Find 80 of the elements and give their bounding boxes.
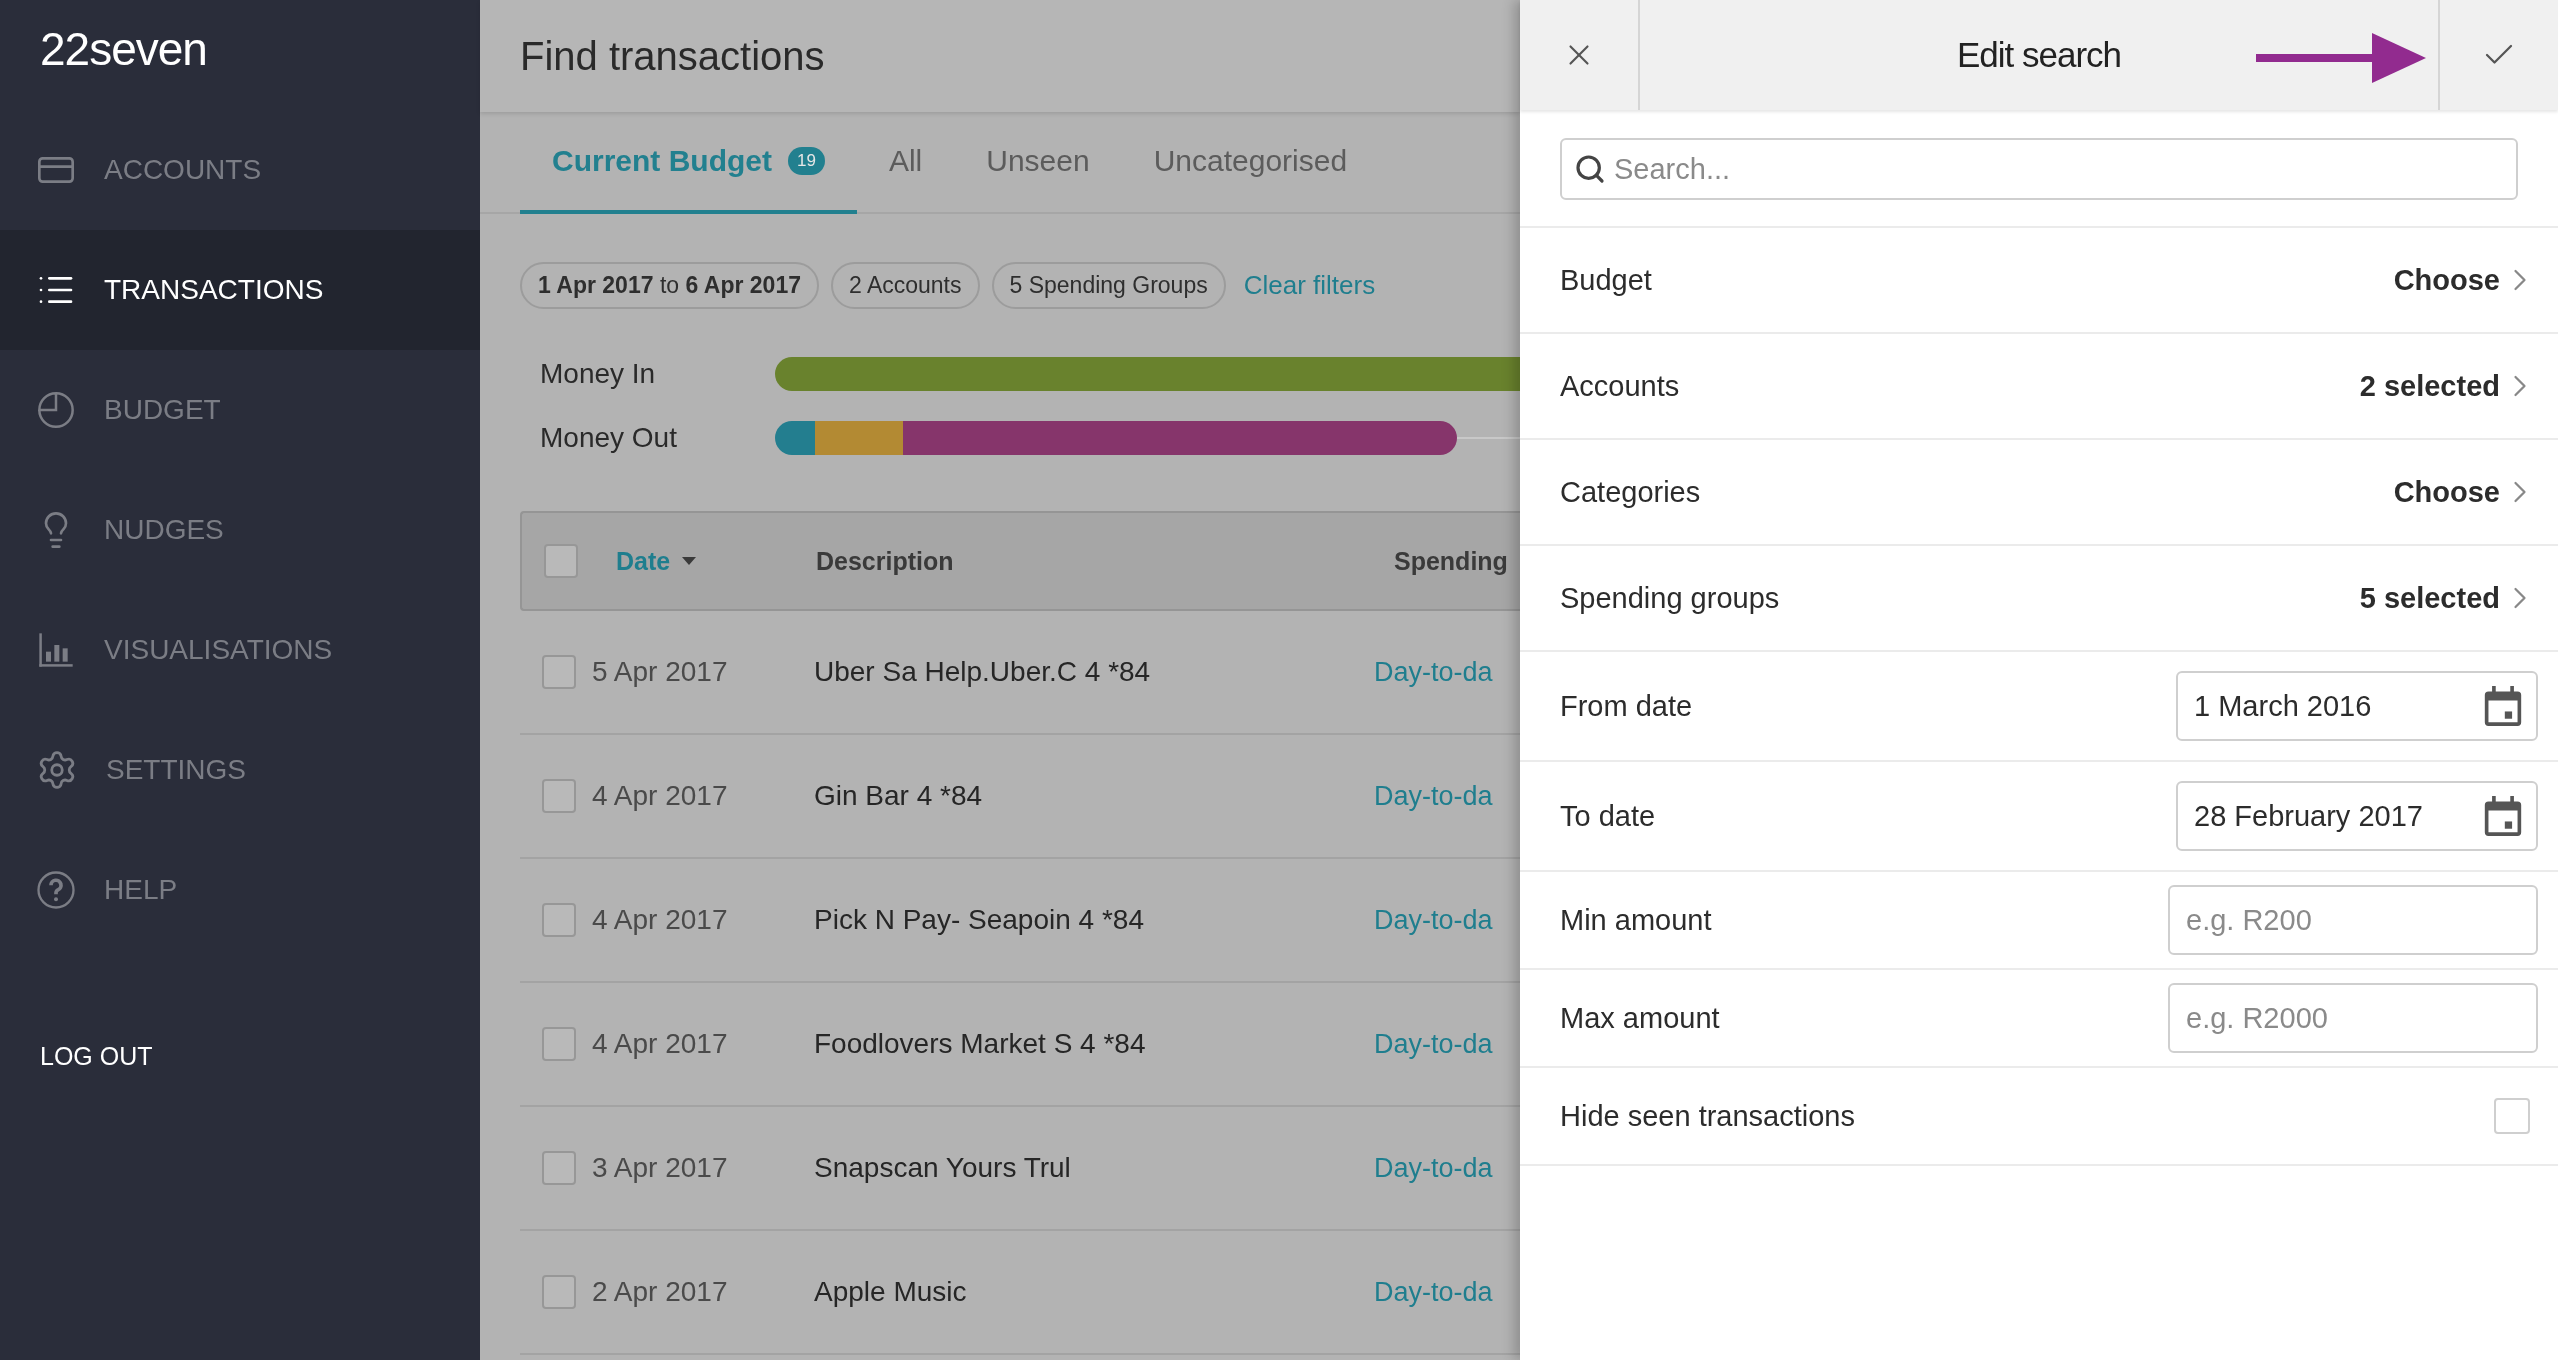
checkbox[interactable] — [2494, 1098, 2530, 1134]
logout-link[interactable]: LOG OUT — [0, 1042, 193, 1071]
nav-item[interactable]: SETTINGS — [0, 710, 480, 830]
spending-group-link[interactable]: Day-to-da — [1374, 904, 1493, 936]
bar-chart-icon — [36, 630, 76, 670]
row-checkbox[interactable] — [542, 1275, 576, 1309]
select-all-checkbox[interactable] — [544, 544, 578, 578]
search-field[interactable]: Search... — [1560, 138, 2518, 200]
field-label: Categories — [1560, 475, 1701, 509]
date-cell-text: 5 Apr 2017 — [592, 656, 729, 688]
tab-label: Current Budget — [552, 144, 772, 178]
tab-label: Unseen — [986, 144, 1090, 178]
tab[interactable]: Uncategorised — [1121, 112, 1380, 214]
date-cell-text: 4 Apr 2017 — [592, 904, 729, 936]
field-label: To date — [1560, 799, 1656, 833]
description-cell-text: Pick N Pay- Seapoin 4 *84 — [814, 904, 1145, 936]
date-field[interactable]: 1 March 2016 — [2176, 671, 2538, 741]
nav-item[interactable]: TRANSACTIONS — [0, 230, 480, 350]
description-cell-text: Gin Bar 4 *84 — [814, 780, 984, 812]
field-label: From date — [1560, 689, 1693, 723]
panel-title: Edit search — [1956, 35, 2122, 75]
flow-label: Money In — [540, 358, 657, 390]
calendar-icon — [2484, 796, 2522, 836]
nav-item[interactable]: HELP — [0, 830, 480, 950]
nav-item[interactable]: NUDGES — [0, 470, 480, 590]
date-cell-text: 4 Apr 2017 — [592, 780, 729, 812]
search-icon — [1574, 153, 1606, 185]
field-label: Hide seen transactions — [1560, 1099, 1855, 1133]
tab-label: All — [888, 144, 923, 178]
field-label: Accounts — [1560, 369, 1680, 403]
sort-caret-icon — [682, 557, 697, 565]
date-cell-text: 3 Apr 2017 — [592, 1152, 729, 1184]
field-label: Spending groups — [1560, 581, 1780, 615]
flow-label: Money Out — [540, 422, 678, 454]
amount-input[interactable]: e.g. R2000 — [2168, 983, 2538, 1053]
nav-item[interactable]: BUDGET — [0, 350, 480, 470]
date-cell-text: 4 Apr 2017 — [592, 1028, 729, 1060]
nav-item[interactable]: VISUALISATIONS — [0, 590, 480, 710]
spending-group-link[interactable]: Day-to-da — [1374, 1152, 1493, 1184]
count-badge: 19 — [788, 147, 825, 175]
spending-group-link[interactable]: Day-to-da — [1374, 1028, 1493, 1060]
field-label: Budget — [1560, 263, 1652, 297]
spending-group-link[interactable]: Day-to-da — [1374, 656, 1493, 688]
clear-filters-link[interactable]: Clear filters — [1243, 270, 1376, 301]
date-cell-text: 2 Apr 2017 — [592, 1276, 729, 1308]
tab[interactable]: All — [856, 112, 955, 214]
field-label: Min amount — [1560, 903, 1712, 937]
tab[interactable]: Unseen — [954, 112, 1122, 214]
calendar-icon — [2484, 686, 2522, 726]
help-icon — [36, 870, 76, 910]
description-cell-text: Apple Music — [814, 1276, 968, 1308]
spending-group-link[interactable]: Day-to-da — [1374, 1276, 1493, 1308]
choose-button[interactable]: 5 selected — [2359, 580, 2538, 616]
tab-label: Uncategorised — [1153, 144, 1348, 178]
row-checkbox[interactable] — [542, 1151, 576, 1185]
choose-button[interactable]: 2 selected — [2359, 368, 2538, 404]
column-header[interactable]: Spending — [1394, 546, 1518, 576]
description-cell-text: Snapscan Yours Trul — [814, 1152, 1072, 1184]
nav-item[interactable]: ACCOUNTS — [0, 110, 480, 230]
row-checkbox[interactable] — [542, 655, 576, 689]
amount-input[interactable]: e.g. R200 — [2168, 885, 2538, 955]
field-label: Max amount — [1560, 1001, 1720, 1035]
column-header[interactable]: Description — [816, 546, 1394, 576]
column-header[interactable]: Date — [616, 546, 816, 576]
pie-chart-icon — [36, 390, 76, 430]
choose-button[interactable]: Choose — [2393, 262, 2538, 298]
choose-button[interactable]: Choose — [2393, 474, 2538, 510]
filter-chip[interactable]: 5 Spending Groups — [991, 262, 1226, 309]
filter-chip[interactable]: 1 Apr 2017 to 6 Apr 2017 — [520, 262, 819, 309]
row-checkbox[interactable] — [542, 1027, 576, 1061]
row-checkbox[interactable] — [542, 903, 576, 937]
filter-chip[interactable]: 2 Accounts — [830, 262, 980, 309]
spending-group-link[interactable]: Day-to-da — [1374, 780, 1493, 812]
app-logo: 22seven — [39, 22, 208, 77]
description-cell-text: Uber Sa Help.Uber.C 4 *84 — [814, 656, 1152, 688]
tab[interactable]: Current Budget 19 — [520, 112, 857, 214]
description-cell-text: Foodlovers Market S 4 *84 — [814, 1028, 1147, 1060]
row-checkbox[interactable] — [542, 779, 576, 813]
date-field[interactable]: 28 February 2017 — [2176, 781, 2538, 851]
page-title: Find transactions — [520, 33, 825, 79]
